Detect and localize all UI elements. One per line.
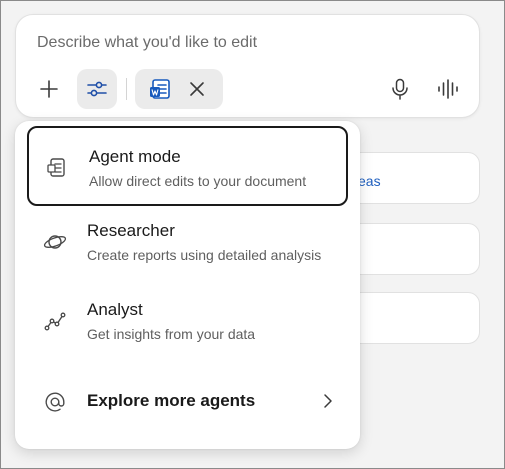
at-sign-icon bbox=[45, 392, 65, 412]
menu-item-title: Analyst bbox=[87, 300, 143, 319]
voice-waveform-icon bbox=[438, 79, 458, 99]
menu-item-title: Agent mode bbox=[89, 147, 181, 166]
microphone-icon bbox=[392, 78, 408, 100]
menu-item-agent-mode[interactable]: Agent mode Allow direct edits to your do… bbox=[27, 126, 348, 206]
add-button[interactable] bbox=[29, 69, 69, 109]
menu-item-analyst[interactable]: Analyst Get insights from your data bbox=[27, 281, 348, 361]
menu-item-explore-more-agents[interactable]: Explore more agents bbox=[27, 363, 348, 441]
agent-chip[interactable] bbox=[135, 69, 223, 109]
menu-item-description: Allow direct edits to your document bbox=[89, 173, 307, 189]
line-chart-icon bbox=[44, 312, 66, 331]
menu-item-description: Create reports using detailed analysis bbox=[87, 247, 322, 263]
agent-menu: Agent mode Allow direct edits to your do… bbox=[15, 121, 360, 449]
plus-icon bbox=[40, 80, 58, 98]
planet-icon bbox=[43, 235, 67, 249]
voice-mode-button[interactable] bbox=[428, 69, 468, 109]
prompt-compose-box: Describe what you'd like to edit bbox=[15, 14, 480, 118]
menu-item-title: Researcher bbox=[87, 221, 175, 240]
tools-button[interactable] bbox=[77, 69, 117, 109]
chevron-right-icon bbox=[324, 394, 332, 408]
toolbar-divider bbox=[126, 78, 127, 100]
suggestion-card-text: eas bbox=[358, 173, 381, 189]
menu-item-researcher[interactable]: Researcher Create reports using detailed… bbox=[27, 202, 348, 282]
word-document-icon bbox=[150, 79, 170, 99]
microphone-button[interactable] bbox=[380, 69, 420, 109]
document-agent-icon bbox=[47, 158, 65, 177]
remove-agent-button[interactable] bbox=[187, 79, 207, 104]
sliders-icon bbox=[87, 81, 107, 97]
close-icon bbox=[190, 82, 204, 96]
menu-item-title: Explore more agents bbox=[87, 391, 256, 410]
prompt-input[interactable]: Describe what you'd like to edit bbox=[37, 34, 257, 52]
menu-item-description: Get insights from your data bbox=[87, 326, 256, 342]
